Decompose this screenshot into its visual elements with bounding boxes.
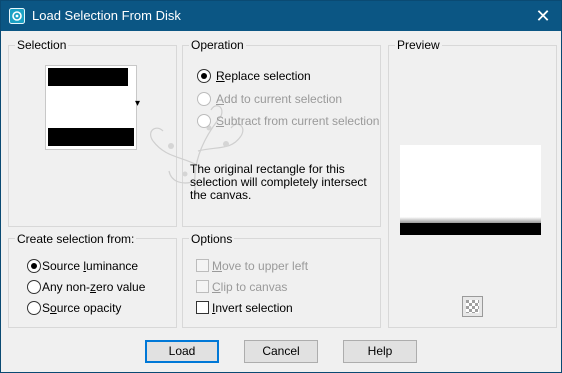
radio-button: [27, 301, 41, 315]
selection-group-label: Selection: [15, 38, 69, 52]
preview-group-label: Preview: [395, 38, 442, 52]
radio-label: Source opacity: [42, 301, 122, 315]
app-icon: [9, 8, 25, 24]
radio-button: [197, 69, 211, 83]
operation-message: The original rectangle for this selectio…: [190, 163, 367, 202]
help-button[interactable]: Help: [343, 340, 417, 363]
radio-label: Any non-zero value: [42, 280, 146, 294]
radio-label: Replace selection: [216, 69, 311, 83]
transparency-toggle-button[interactable]: [462, 296, 483, 317]
preview-image: [400, 145, 541, 235]
checkbox: [196, 259, 209, 272]
dialog-window: Load Selection From Disk ✕ Selection ▾ O…: [0, 0, 562, 373]
options-group-label: Options: [189, 232, 235, 246]
close-icon[interactable]: ✕: [533, 7, 553, 25]
create-selection-from-label: Create selection from:: [15, 232, 137, 246]
checkbox-label: Clip to canvas: [212, 280, 288, 294]
dropdown-arrow-icon: ▾: [135, 98, 141, 109]
operation-group-label: Operation: [189, 38, 246, 52]
radio-label: Add to current selection: [216, 92, 343, 106]
selection-thumbnail-dropdown[interactable]: ▾: [45, 65, 143, 150]
checkbox: [196, 301, 209, 314]
radio-label: Source luminance: [42, 259, 139, 273]
title-bar[interactable]: Load Selection From Disk ✕: [1, 1, 561, 31]
window-title: Load Selection From Disk: [32, 8, 181, 23]
radio-button: [197, 92, 211, 106]
selection-thumbnail: [45, 65, 137, 150]
checkbox: [196, 280, 209, 293]
message-line: the canvas.: [190, 188, 252, 202]
checkerboard-icon: [466, 300, 479, 313]
radio-button: [27, 259, 41, 273]
cancel-button[interactable]: Cancel: [244, 340, 318, 363]
checkbox-label: Move to upper left: [212, 259, 309, 273]
load-button[interactable]: Load: [145, 340, 219, 363]
radio-button: [27, 280, 41, 294]
radio-label: Subtract from current selection: [216, 114, 380, 128]
checkbox-label: Invert selection: [212, 301, 293, 315]
radio-button: [197, 114, 211, 128]
